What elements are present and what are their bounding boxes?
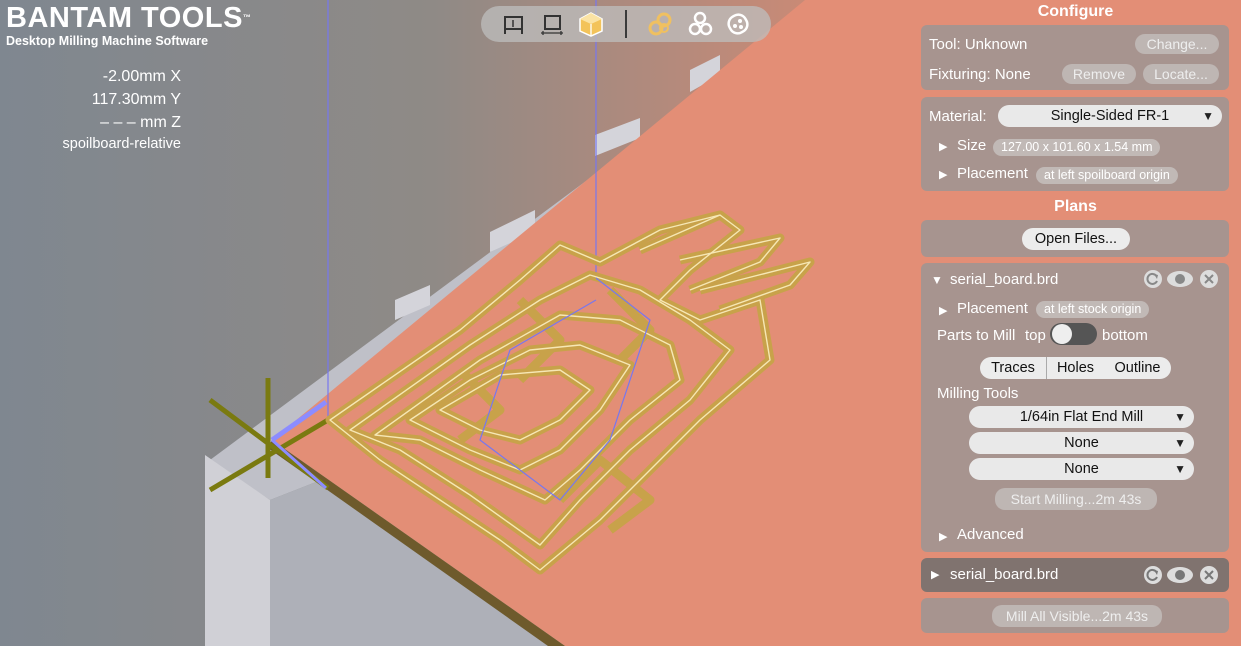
toolbar-separator — [625, 10, 627, 38]
plan-placement-label[interactable]: Placement — [957, 300, 1028, 317]
size-label[interactable]: Size — [957, 137, 986, 154]
tab-traces[interactable]: Traces — [980, 357, 1046, 379]
reload-icon[interactable] — [1144, 270, 1162, 288]
coord-y: 117.30mm Y — [91, 91, 181, 108]
reload-icon[interactable] — [1144, 566, 1162, 584]
size-value: 127.00 x 101.60 x 1.54 mm — [993, 139, 1161, 156]
expand-placement-icon[interactable]: ▶ — [939, 168, 947, 181]
plan-filename[interactable]: serial_board.brd — [950, 271, 1058, 288]
parts-top-label: top — [1025, 327, 1046, 344]
traces-visibility-icon[interactable] — [647, 11, 673, 37]
control-panel: Configure Tool: Unknown Change... Fixtur… — [914, 0, 1241, 646]
holes-visibility-icon[interactable] — [687, 11, 713, 37]
expand-plan-placement-icon[interactable]: ▶ — [939, 304, 947, 317]
configure-title: Configure — [1037, 3, 1114, 20]
toggle-knob — [1052, 324, 1072, 344]
view-toolbar — [481, 6, 771, 42]
iso-view-icon[interactable] — [578, 11, 604, 37]
open-files-button[interactable]: Open Files... — [1022, 228, 1130, 250]
open-files-box: Open Files... — [921, 220, 1229, 257]
chevron-down-icon: ▼ — [1202, 109, 1214, 123]
expand-advanced-icon[interactable]: ▶ — [939, 530, 947, 543]
material-select[interactable]: Single-Sided FR-1 ▼ — [998, 105, 1222, 127]
brand-subtitle: Desktop Milling Machine Software — [6, 34, 209, 48]
mill-all-box: Mill All Visible...2m 43s — [921, 598, 1229, 633]
change-tool-button[interactable]: Change... — [1135, 34, 1219, 54]
expand-size-icon[interactable]: ▶ — [939, 140, 947, 153]
collapse-plan-icon[interactable]: ▼ — [931, 273, 943, 287]
material-box: Material: Single-Sided FR-1 ▼ ▶ Size 127… — [921, 97, 1229, 191]
material-label: Material: — [929, 108, 987, 125]
front-view-icon[interactable] — [501, 11, 527, 37]
milling-tool-select-1[interactable]: 1/64in Flat End Mill ▼ — [969, 406, 1194, 428]
chevron-down-icon: ▼ — [1174, 410, 1186, 424]
brand-logo: BANTAM TOOLS™ Desktop Milling Machine So… — [6, 2, 251, 48]
milling-tool-select-3[interactable]: None ▼ — [969, 458, 1194, 480]
tab-outline[interactable]: Outline — [1104, 357, 1171, 379]
chevron-down-icon: ▼ — [1174, 462, 1186, 476]
fixturing-label: Fixturing: None — [929, 66, 1031, 83]
locate-fixturing-button[interactable]: Locate... — [1143, 64, 1219, 84]
coordinate-readout: -2.00mm X 117.30mm Y – – – mm Z spoilboa… — [40, 65, 181, 154]
chevron-down-icon: ▼ — [1174, 436, 1186, 450]
close-icon[interactable] — [1200, 566, 1218, 584]
close-icon[interactable] — [1200, 270, 1218, 288]
trademark-mark: ™ — [242, 13, 252, 22]
tab-holes[interactable]: Holes — [1046, 357, 1105, 379]
advanced-label[interactable]: Advanced — [957, 526, 1024, 543]
placement-value: at left spoilboard origin — [1036, 167, 1178, 184]
milling-tool-2-value: None — [1064, 435, 1099, 451]
brand-title: BANTAM TOOLS — [6, 2, 243, 34]
parts-side-toggle[interactable] — [1050, 323, 1097, 345]
plans-title: Plans — [1054, 198, 1097, 215]
mill-all-visible-button[interactable]: Mill All Visible...2m 43s — [992, 605, 1162, 627]
tool-fixturing-box: Tool: Unknown Change... Fixturing: None … — [921, 25, 1229, 90]
parts-bottom-label: bottom — [1102, 327, 1148, 344]
plan-card-2: ▶ serial_board.brd — [921, 558, 1229, 592]
plan-2-filename[interactable]: serial_board.brd — [950, 566, 1058, 583]
plan-card-1: ▼ serial_board.brd ▶ Placement at left s… — [921, 263, 1229, 552]
milling-tool-3-value: None — [1064, 461, 1099, 477]
stock-visibility-icon[interactable] — [725, 11, 751, 37]
coord-z: – – – mm Z — [100, 114, 181, 131]
coord-x: -2.00mm X — [102, 68, 181, 85]
top-view-icon[interactable] — [539, 11, 565, 37]
material-value: Single-Sided FR-1 — [1050, 108, 1170, 124]
expand-plan-icon[interactable]: ▶ — [931, 568, 939, 581]
placement-label[interactable]: Placement — [957, 165, 1028, 182]
eye-icon[interactable] — [1166, 269, 1194, 289]
milling-tool-1-value: 1/64in Flat End Mill — [1019, 409, 1144, 425]
remove-fixturing-button[interactable]: Remove — [1062, 64, 1136, 84]
parts-to-mill-label: Parts to Mill — [937, 327, 1016, 344]
plan-placement-value: at left stock origin — [1036, 301, 1150, 318]
start-milling-button[interactable]: Start Milling...2m 43s — [995, 488, 1157, 510]
milling-tools-label: Milling Tools — [937, 385, 1019, 402]
milling-tool-select-2[interactable]: None ▼ — [969, 432, 1194, 454]
tool-label: Tool: Unknown — [929, 36, 1028, 53]
coord-mode: spoilboard-relative — [62, 136, 181, 152]
eye-icon[interactable] — [1166, 565, 1194, 585]
